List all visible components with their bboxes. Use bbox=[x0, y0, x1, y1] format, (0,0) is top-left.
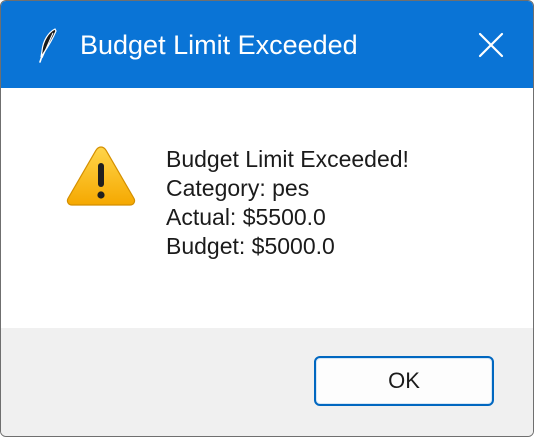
message-category: Category: pes bbox=[166, 175, 310, 201]
message-actual: Actual: $5500.0 bbox=[166, 204, 326, 230]
close-button[interactable] bbox=[469, 23, 513, 67]
warning-icon bbox=[65, 144, 137, 208]
close-icon bbox=[478, 32, 504, 58]
title-bar[interactable]: Budget Limit Exceeded bbox=[1, 1, 533, 88]
ok-button[interactable]: OK bbox=[314, 356, 494, 406]
alert-message: Budget Limit Exceeded! Category: pes Act… bbox=[166, 145, 409, 261]
button-bar: OK bbox=[1, 328, 533, 436]
alert-dialog: Budget Limit Exceeded Budget Limit Excee… bbox=[0, 0, 534, 437]
message-heading: Budget Limit Exceeded! bbox=[166, 146, 409, 172]
feather-icon bbox=[37, 27, 59, 63]
window-title: Budget Limit Exceeded bbox=[80, 30, 358, 60]
dialog-content: Budget Limit Exceeded! Category: pes Act… bbox=[1, 88, 533, 328]
message-budget: Budget: $5000.0 bbox=[166, 233, 335, 259]
